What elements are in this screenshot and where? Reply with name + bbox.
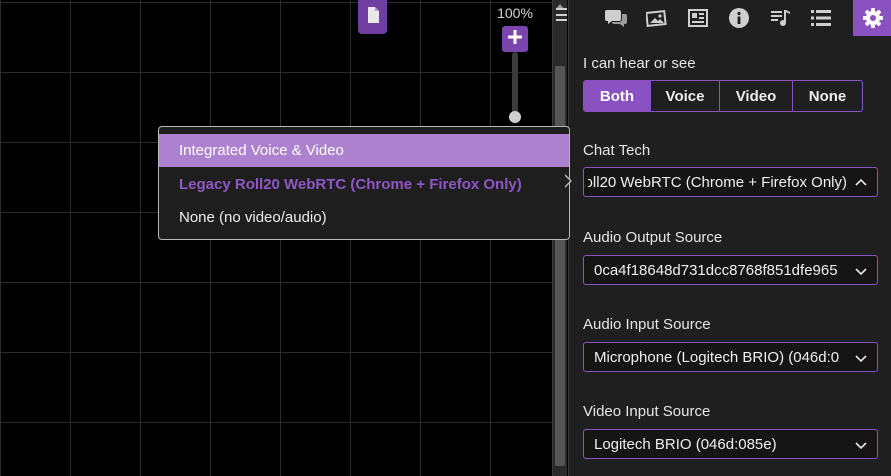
list-icon: [811, 10, 831, 26]
zoom-slider-track[interactable]: [512, 52, 518, 118]
tab-compendium[interactable]: [719, 0, 759, 36]
tab-collections[interactable]: [801, 0, 841, 36]
tab-jukebox[interactable]: [760, 0, 800, 36]
music-icon: [770, 9, 790, 27]
chat-tech-dropdown: Integrated Voice & Video Legacy Roll20 W…: [158, 126, 570, 240]
audio-output-select[interactable]: 0ca4f18648d731dcc8768f851dfe965: [583, 255, 878, 285]
audio-output-value: 0ca4f18648d731dcc8768f851dfe965: [594, 262, 838, 279]
audio-input-value: Microphone (Logitech BRIO) (046d:0: [594, 349, 840, 366]
video-input-select[interactable]: Logitech BRIO (046d:085e): [583, 429, 878, 459]
option-both-button[interactable]: Both: [584, 81, 650, 111]
video-input-label: Video Input Source: [583, 403, 711, 420]
chat-tech-value: Legacy Roll20 WebRTC (Chrome + Firefox O…: [588, 174, 847, 191]
page-icon: [367, 6, 379, 28]
hear-see-label: I can hear or see: [583, 55, 696, 72]
right-sidebar: I can hear or see Both Voice Video None …: [568, 0, 891, 476]
chevron-down-icon: [855, 351, 867, 368]
dropdown-option-none[interactable]: None (no video/audio): [159, 201, 569, 234]
tab-journal[interactable]: [678, 0, 718, 36]
chevron-down-icon: [855, 438, 867, 455]
tab-chat[interactable]: [596, 0, 636, 36]
dropdown-option-legacy-webrtc[interactable]: Legacy Roll20 WebRTC (Chrome + Firefox O…: [159, 168, 569, 201]
video-input-value: Logitech BRIO (046d:085e): [594, 436, 777, 453]
plus-icon: [508, 29, 522, 49]
chevron-up-icon: [855, 176, 867, 193]
audio-input-select[interactable]: Microphone (Logitech BRIO) (046d:0: [583, 342, 878, 372]
chat-tech-label: Chat Tech: [583, 142, 651, 159]
journal-icon: [688, 9, 708, 27]
image-library-icon: [646, 9, 668, 27]
gear-icon: [862, 8, 883, 28]
audio-output-label: Audio Output Source: [583, 229, 723, 246]
chat-tech-select[interactable]: Legacy Roll20 WebRTC (Chrome + Firefox O…: [583, 167, 878, 197]
chat-bubbles-icon: [605, 9, 627, 27]
sidebar-tabs: [569, 0, 891, 36]
info-icon: [729, 8, 749, 28]
audio-input-label: Audio Input Source: [583, 316, 711, 333]
dropdown-pointer-inner: [564, 175, 570, 187]
option-none-button[interactable]: None: [792, 81, 862, 111]
tab-art-library[interactable]: [637, 0, 677, 36]
zoom-in-button[interactable]: [502, 26, 528, 52]
tab-settings[interactable]: [853, 0, 891, 36]
hamburger-icon[interactable]: [556, 8, 567, 21]
zoom-slider-handle[interactable]: [509, 111, 521, 123]
option-video-button[interactable]: Video: [719, 81, 792, 111]
dropdown-option-integrated[interactable]: Integrated Voice & Video: [159, 134, 569, 167]
page-toolbar-button[interactable]: [358, 0, 387, 34]
hear-see-toggle: Both Voice Video None: [583, 80, 863, 112]
option-voice-button[interactable]: Voice: [650, 81, 719, 111]
zoom-level: 100%: [497, 5, 533, 21]
chevron-down-icon: [855, 264, 867, 281]
